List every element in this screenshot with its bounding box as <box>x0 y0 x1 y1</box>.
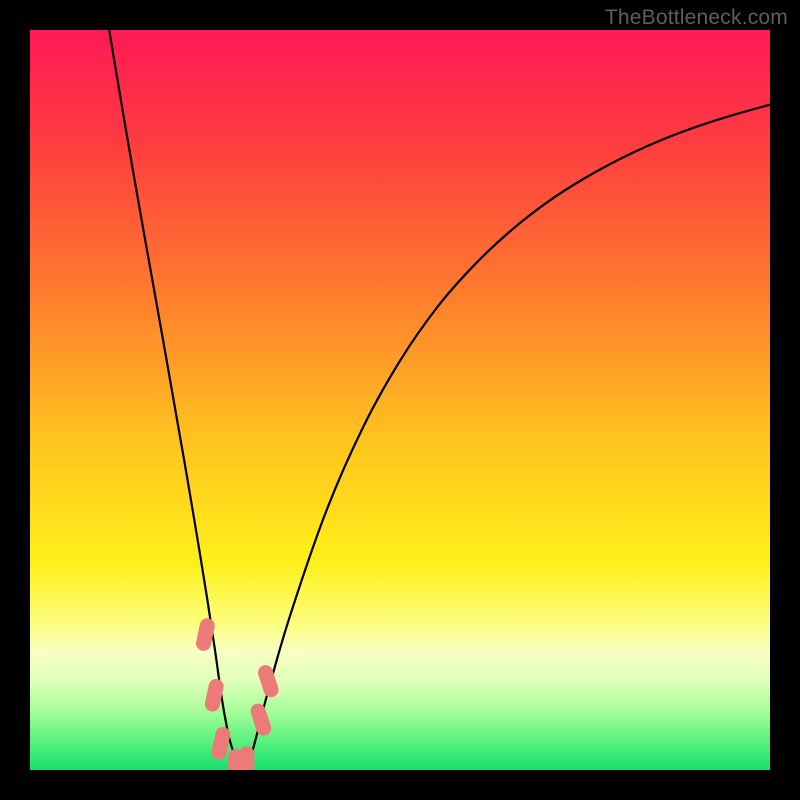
plot-area <box>30 30 770 770</box>
curve-marker <box>203 678 225 713</box>
bottleneck-curve <box>109 30 770 770</box>
chart-frame: TheBottleneck.com <box>0 0 800 800</box>
curve-markers <box>195 617 281 770</box>
curve-marker <box>239 746 254 770</box>
curve-marker <box>256 663 280 699</box>
watermark-label: TheBottleneck.com <box>605 6 788 30</box>
chart-curve-layer <box>30 30 770 770</box>
curve-marker <box>249 702 273 738</box>
curve-marker <box>195 617 217 652</box>
